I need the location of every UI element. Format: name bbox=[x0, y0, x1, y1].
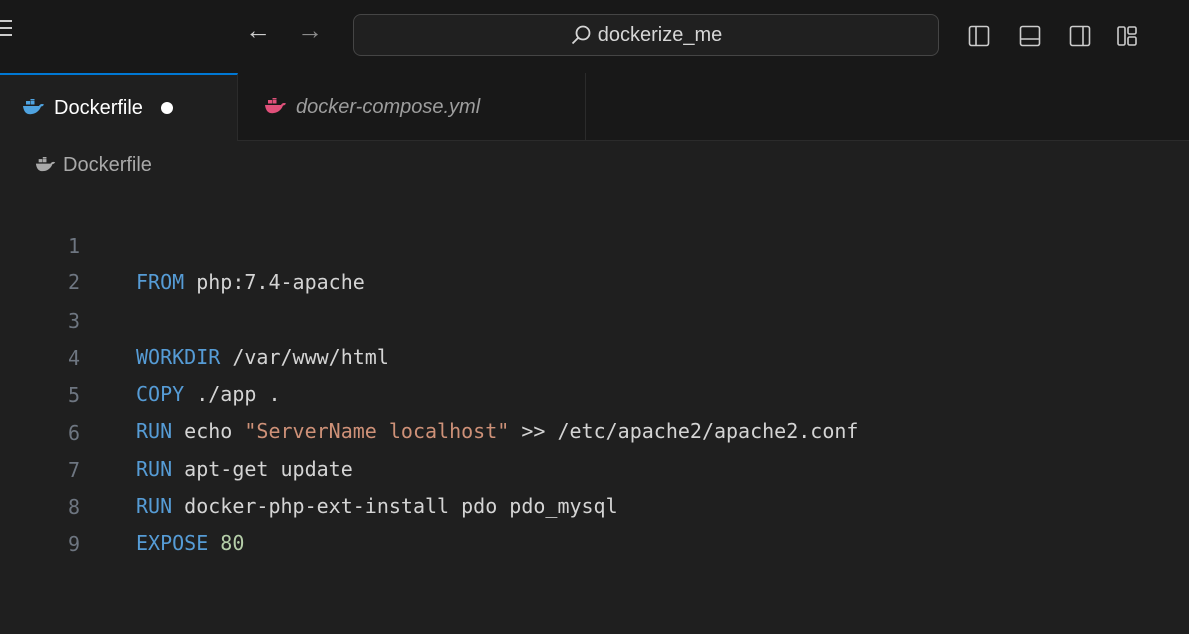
code-line[interactable]: 1 FROM php:7.4-apache bbox=[0, 192, 1189, 294]
code-line[interactable]: 6 RUN apt-get update bbox=[0, 379, 1189, 481]
code-line[interactable]: 8 EXPOSE 80 bbox=[0, 453, 1189, 555]
code-line[interactable]: 7 RUN docker-php-ext-install pdo pdo_mys… bbox=[0, 416, 1189, 518]
code-line[interactable]: 9 bbox=[0, 490, 1189, 556]
unsaved-changes-dot[interactable] bbox=[160, 102, 173, 114]
search-icon bbox=[571, 25, 591, 45]
code-line[interactable]: 4 COPY ./app . bbox=[0, 304, 1189, 406]
tab-label: Dockerfile bbox=[54, 96, 143, 119]
code-text: EXPOSE 80 bbox=[136, 525, 244, 561]
toggle-panel-icon[interactable] bbox=[1019, 25, 1041, 47]
code-line[interactable]: 5 RUN echo "ServerName localhost" >> /et… bbox=[0, 341, 1189, 443]
back-arrow-icon[interactable]: ← bbox=[245, 17, 271, 43]
command-center-search[interactable]: dockerize_me bbox=[353, 14, 939, 56]
tab-docker-compose[interactable]: docker-compose.yml bbox=[238, 73, 586, 141]
title-bar: ← → dockerize_me bbox=[0, 0, 1189, 73]
editor-tab-bar: Dockerfile docker-compose.yml bbox=[0, 73, 1189, 141]
breadcrumb[interactable]: Dockerfile bbox=[35, 154, 152, 177]
docker-icon bbox=[23, 99, 44, 115]
menu-icon[interactable] bbox=[0, 20, 12, 36]
line-number: 9 bbox=[67, 532, 80, 556]
code-line[interactable]: 2 bbox=[0, 228, 1189, 294]
docker-compose-icon bbox=[265, 98, 286, 114]
keyword: EXPOSE bbox=[136, 531, 209, 555]
search-text: dockerize_me bbox=[597, 23, 723, 46]
number-literal: 80 bbox=[208, 531, 245, 555]
breadcrumb-file: Dockerfile bbox=[63, 154, 152, 176]
docker-icon bbox=[35, 157, 56, 172]
customize-layout-icon[interactable] bbox=[1116, 25, 1138, 47]
forward-arrow-icon[interactable]: → bbox=[297, 17, 323, 43]
code-line[interactable]: 3 WORKDIR /var/www/html bbox=[0, 267, 1189, 369]
toggle-primary-sidebar-icon[interactable] bbox=[968, 25, 990, 47]
tab-label: docker-compose.yml bbox=[296, 95, 481, 118]
tab-dockerfile[interactable]: Dockerfile bbox=[0, 73, 238, 141]
toggle-secondary-sidebar-icon[interactable] bbox=[1069, 25, 1091, 47]
